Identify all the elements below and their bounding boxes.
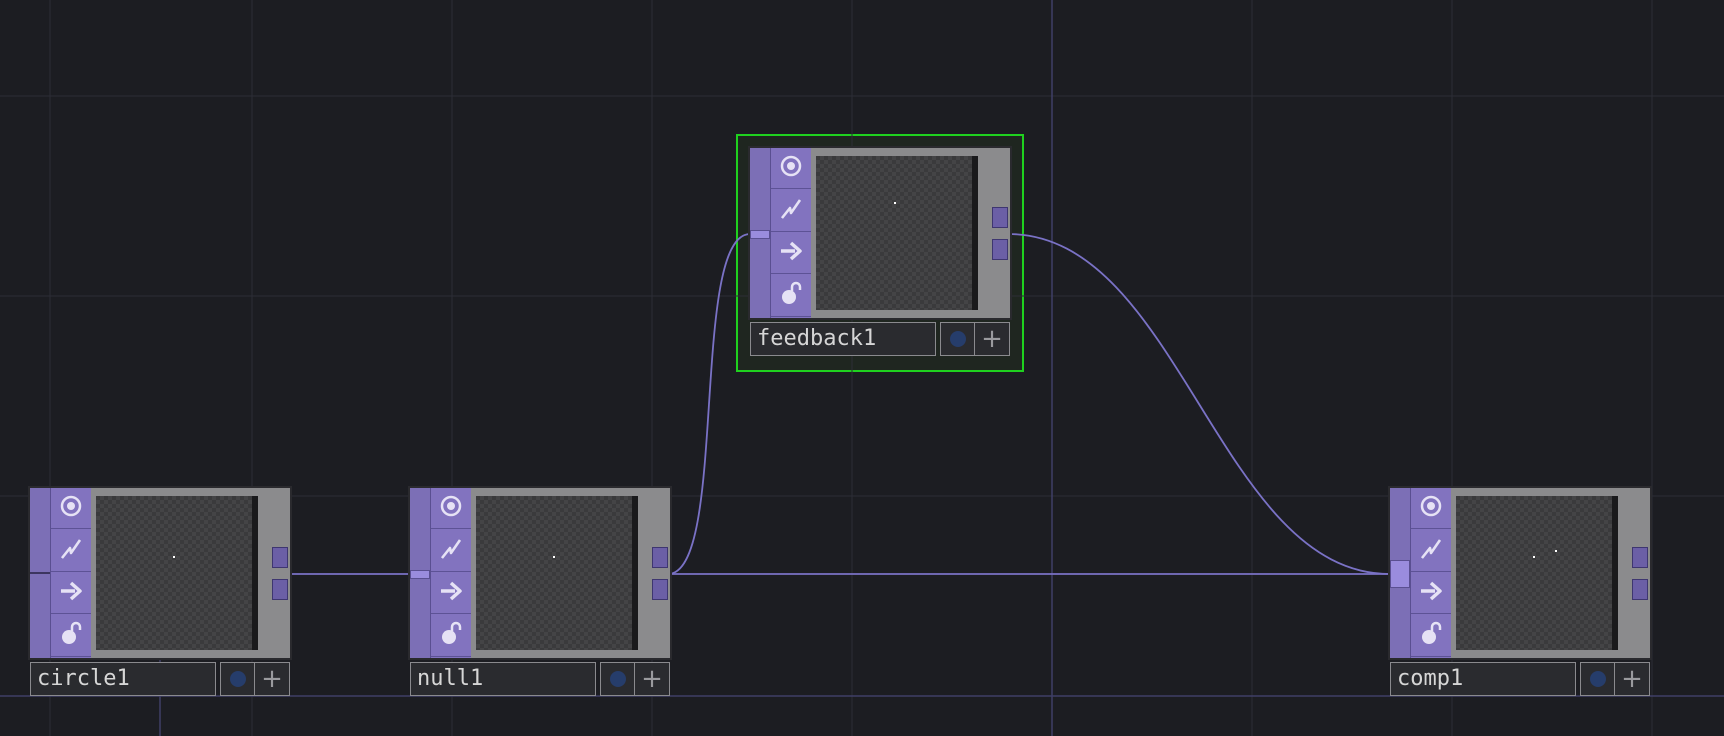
lock-icon	[1418, 621, 1444, 651]
viewer-toggle-button[interactable]	[940, 322, 976, 356]
bypass-icon	[778, 196, 804, 226]
input-connector[interactable]	[1390, 560, 1410, 588]
lock-flag[interactable]	[771, 276, 811, 317]
output-connector[interactable]	[992, 207, 1008, 228]
output-connector[interactable]	[652, 579, 668, 600]
bypass-icon	[58, 536, 84, 566]
lock-icon	[438, 621, 464, 651]
viewer-circle-icon	[1590, 671, 1606, 687]
viewer-active-flag[interactable]	[771, 148, 811, 189]
viewer-active-icon	[438, 493, 464, 523]
display-icon	[1418, 578, 1444, 608]
viewer-circle-icon	[950, 331, 966, 347]
display-icon	[58, 578, 84, 608]
node-viewer[interactable]	[1456, 496, 1618, 650]
node-viewer[interactable]	[96, 496, 258, 650]
input-connector[interactable]	[750, 230, 770, 239]
plus-icon: +	[1621, 664, 1643, 694]
flag-column	[431, 488, 471, 658]
viewer-circle-icon	[610, 671, 626, 687]
add-button[interactable]: +	[1614, 662, 1650, 696]
viewer-active-flag[interactable]	[51, 488, 91, 529]
display-icon	[438, 578, 464, 608]
viewer-toggle-button[interactable]	[220, 662, 256, 696]
bypass-flag[interactable]	[1411, 531, 1451, 572]
node-name-label[interactable]: null1	[410, 662, 596, 696]
node-null1[interactable]: null1 +	[408, 486, 672, 698]
bypass-icon	[438, 536, 464, 566]
node-name-label[interactable]: feedback1	[750, 322, 936, 356]
viewer-active-icon	[58, 493, 84, 523]
flag-column	[771, 148, 811, 318]
plus-icon: +	[641, 664, 663, 694]
display-flag[interactable]	[51, 573, 91, 614]
viewer-circle-icon	[230, 671, 246, 687]
lock-icon	[778, 281, 804, 311]
output-connector[interactable]	[1632, 579, 1648, 600]
output-connector[interactable]	[272, 547, 288, 568]
node-comp1[interactable]: comp1 +	[1388, 486, 1652, 698]
bypass-flag[interactable]	[51, 531, 91, 572]
node-body[interactable]	[1388, 486, 1652, 660]
node-circle1[interactable]: circle1 +	[28, 486, 292, 698]
lock-icon	[58, 621, 84, 651]
bypass-icon	[1418, 536, 1444, 566]
display-flag[interactable]	[431, 573, 471, 614]
input-connector[interactable]	[410, 570, 430, 579]
plus-icon: +	[981, 324, 1003, 354]
node-viewer[interactable]	[476, 496, 638, 650]
plus-icon: +	[261, 664, 283, 694]
node-name-label[interactable]: circle1	[30, 662, 216, 696]
add-button[interactable]: +	[974, 322, 1010, 356]
lock-flag[interactable]	[1411, 616, 1451, 657]
bypass-flag[interactable]	[431, 531, 471, 572]
add-button[interactable]: +	[254, 662, 290, 696]
node-body[interactable]	[408, 486, 672, 660]
node-name-label[interactable]: comp1	[1390, 662, 1576, 696]
viewer-toggle-button[interactable]	[600, 662, 636, 696]
output-connector[interactable]	[272, 579, 288, 600]
display-flag[interactable]	[1411, 573, 1451, 614]
display-icon	[778, 238, 804, 268]
display-flag[interactable]	[771, 233, 811, 274]
output-connector[interactable]	[1632, 547, 1648, 568]
flag-column	[51, 488, 91, 658]
node-viewer[interactable]	[816, 156, 978, 310]
viewer-active-flag[interactable]	[431, 488, 471, 529]
output-connector[interactable]	[652, 547, 668, 568]
input-strip[interactable]	[410, 488, 431, 658]
output-connector[interactable]	[992, 239, 1008, 260]
input-strip[interactable]	[30, 488, 51, 658]
viewer-active-icon	[1418, 493, 1444, 523]
input-strip[interactable]	[750, 148, 771, 318]
lock-flag[interactable]	[431, 616, 471, 657]
viewer-active-flag[interactable]	[1411, 488, 1451, 529]
viewer-toggle-button[interactable]	[1580, 662, 1616, 696]
node-body[interactable]	[748, 146, 1012, 320]
lock-flag[interactable]	[51, 616, 91, 657]
bypass-flag[interactable]	[771, 191, 811, 232]
viewer-active-icon	[778, 153, 804, 183]
node-body[interactable]	[28, 486, 292, 660]
add-button[interactable]: +	[634, 662, 670, 696]
flag-column	[1411, 488, 1451, 658]
input-strip[interactable]	[1390, 488, 1411, 658]
node-feedback1[interactable]: feedback1 +	[736, 134, 1024, 372]
